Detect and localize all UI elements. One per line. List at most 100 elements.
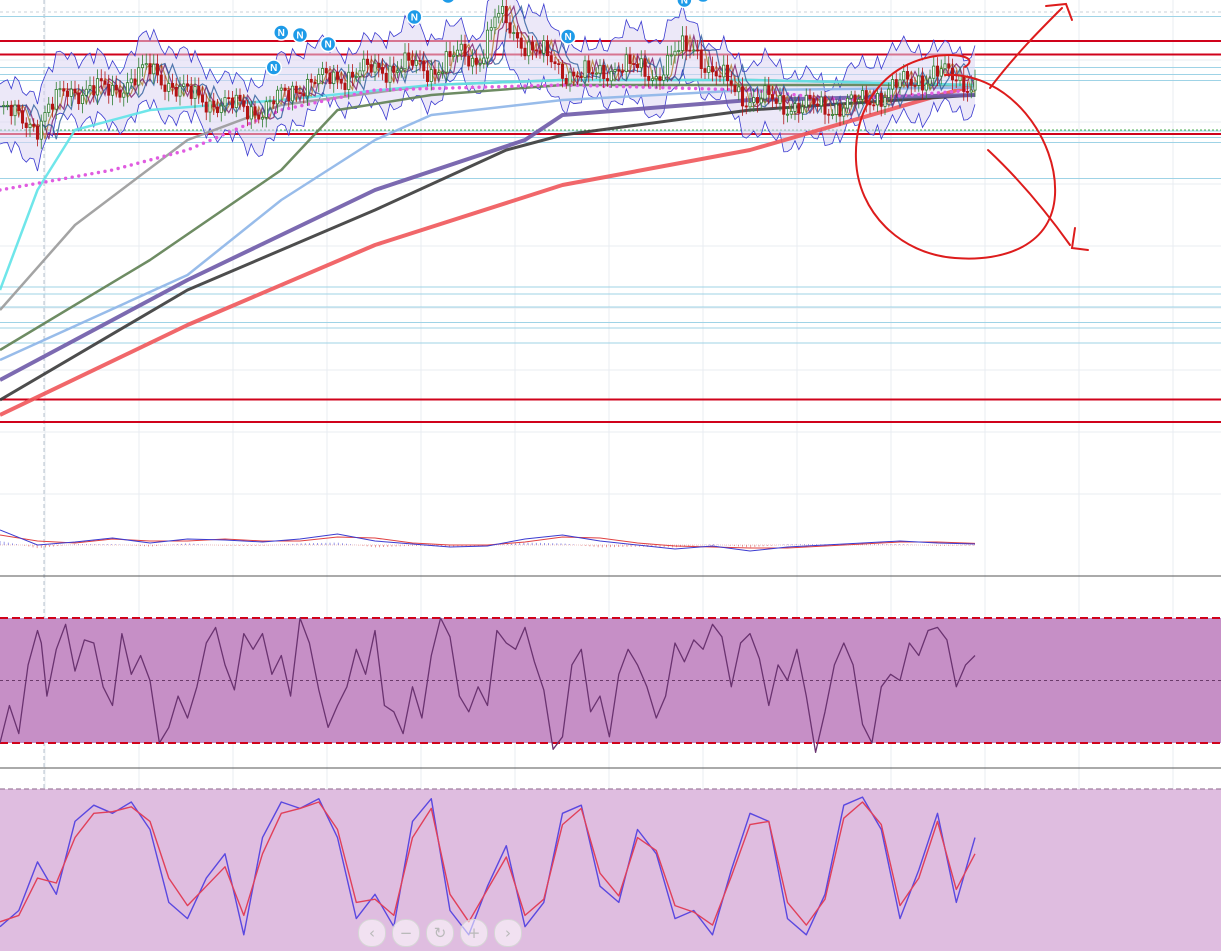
sar-dot	[195, 144, 199, 148]
sar-dot	[634, 85, 639, 89]
reset-icon: ↻	[433, 923, 447, 942]
candle-body	[403, 52, 407, 70]
candle-body	[973, 79, 977, 91]
candle-body	[62, 88, 66, 92]
sar-dot	[201, 141, 206, 145]
sar-dot	[90, 171, 94, 176]
sar-dot	[77, 174, 81, 178]
sar-dot	[136, 161, 140, 165]
candle-body	[13, 104, 17, 117]
news-marker-label: N	[325, 40, 332, 51]
sar-dot	[792, 93, 796, 97]
candle-body	[418, 60, 422, 62]
candle-body	[193, 85, 197, 99]
sar-dot	[431, 86, 435, 91]
candle-body	[894, 79, 898, 88]
stochastic-fill	[0, 789, 1221, 951]
candle-body	[148, 63, 152, 75]
sar-dot	[595, 84, 599, 88]
candle-body	[965, 91, 970, 93]
candle-body	[718, 75, 722, 78]
candle-body	[887, 88, 891, 98]
sar-dot	[497, 85, 501, 89]
candle-body	[414, 60, 418, 66]
zoom-out-button[interactable]: −	[392, 919, 420, 947]
candle-body	[722, 64, 726, 78]
candle-body	[482, 57, 486, 64]
candle-body	[32, 123, 36, 127]
candle-body	[92, 85, 96, 96]
candle-body	[568, 71, 572, 85]
sar-dot	[641, 85, 645, 89]
news-marker-label: N	[681, 0, 688, 7]
sar-dot	[707, 87, 711, 91]
rsi-band-fill	[0, 618, 1221, 743]
candle-body	[583, 60, 587, 78]
news-marker-label: N	[296, 31, 303, 42]
candle-body	[20, 110, 25, 124]
candle-body	[328, 72, 332, 84]
candle-body	[684, 35, 688, 51]
sar-dot	[615, 84, 619, 89]
candle-body	[234, 94, 238, 108]
candle-body	[440, 71, 445, 74]
scroll-left-button[interactable]: ‹	[358, 919, 386, 947]
annotation-arrow-up	[989, 7, 1063, 89]
sar-dot	[175, 151, 179, 155]
candle-body	[219, 105, 223, 113]
candle-body	[309, 78, 313, 83]
candle-body	[523, 47, 527, 57]
sar-dot	[149, 158, 153, 162]
candle-body	[444, 51, 448, 73]
candle-body	[223, 97, 227, 107]
candle-body	[898, 79, 902, 88]
candle-body	[598, 64, 602, 74]
candle-body	[703, 68, 707, 73]
candle-body	[88, 85, 92, 90]
candle-body	[815, 103, 820, 107]
sar-dot	[50, 178, 55, 183]
candle-body	[932, 65, 936, 79]
candle-body	[290, 85, 295, 102]
candle-body	[140, 64, 145, 69]
candle-body	[467, 55, 471, 67]
candle-body	[245, 105, 250, 120]
candle-body	[260, 117, 265, 120]
candle-body	[812, 98, 816, 105]
sar-dot	[57, 177, 61, 182]
candle-body	[545, 40, 550, 57]
chart-canvas[interactable]: NNNNNNNNN	[0, 0, 1221, 951]
sar-dot	[392, 87, 396, 92]
candle-body	[489, 27, 493, 31]
sar-dot	[182, 149, 186, 153]
candle-body	[212, 100, 216, 108]
candle-body	[174, 86, 178, 97]
sar-dot	[510, 84, 514, 89]
candle-body	[437, 72, 441, 75]
sar-dot	[247, 121, 252, 126]
scroll-right-button[interactable]: ›	[494, 919, 522, 947]
candle-body	[909, 78, 913, 86]
candle-body	[227, 97, 231, 100]
candle-body	[628, 54, 632, 64]
candle-body	[324, 68, 328, 74]
sar-dot	[359, 91, 363, 95]
zoom-in-button[interactable]: +	[460, 919, 488, 947]
sar-dot	[483, 85, 488, 89]
reset-chart-button[interactable]: ↻	[426, 919, 454, 947]
sar-dot	[411, 87, 416, 91]
sar-dot	[188, 147, 193, 151]
candle-body	[879, 93, 883, 107]
candle-body	[650, 78, 655, 81]
candle-body	[864, 90, 868, 104]
trading-chart[interactable]: NNNNNNNNN ‹ − ↻ + ›	[0, 0, 1221, 951]
candle-body	[620, 70, 625, 73]
candle-body	[287, 90, 291, 102]
sar-dot	[956, 89, 960, 93]
candle-body	[377, 62, 381, 68]
minus-icon: −	[399, 923, 413, 942]
chart-navigation-bar: ‹ − ↻ + ›	[358, 919, 522, 947]
sar-dot	[949, 90, 954, 94]
news-marker-label: N	[278, 28, 285, 39]
candle-body	[838, 103, 842, 117]
